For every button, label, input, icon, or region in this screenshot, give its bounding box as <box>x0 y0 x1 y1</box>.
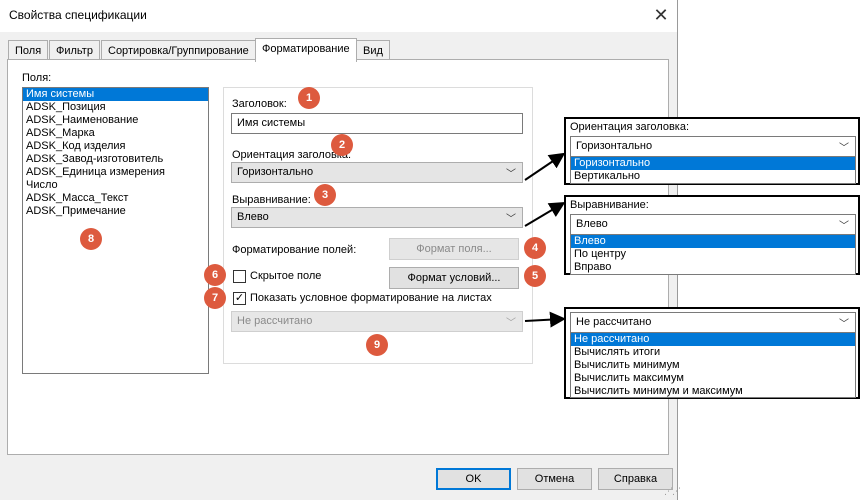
list-item[interactable]: ADSK_Завод-изготовитель <box>23 153 208 166</box>
callout-orientation-label: Ориентация заголовка: <box>570 121 690 133</box>
callout-calc: Не рассчитано ﹀ Не рассчитано Вычислять и… <box>564 307 860 399</box>
callout-orientation-options: Горизонтально Вертикально <box>570 156 856 184</box>
close-icon[interactable]: ✕ <box>646 2 676 30</box>
calc-select[interactable]: Не рассчитано ﹀ <box>231 311 523 332</box>
field-format-label: Форматирование полей: <box>232 244 357 256</box>
resize-grip-icon[interactable]: ⋰⋰ <box>664 486 681 497</box>
dropdown-option[interactable]: Вертикально <box>571 170 855 183</box>
dropdown-option[interactable]: Горизонтально <box>571 157 855 170</box>
dropdown-option[interactable]: Вправо <box>571 261 855 274</box>
badge-9: 9 <box>366 334 388 356</box>
callout-orientation-value: Горизонтально <box>576 140 653 152</box>
checkmark-icon: ✓ <box>234 292 245 304</box>
show-conditional-label: Показать условное форматирование на лист… <box>250 292 492 304</box>
callout-calc-options: Не рассчитано Вычислять итоги Вычислить ми… <box>570 332 856 398</box>
dropdown-option[interactable]: Вычислить минимум <box>571 359 855 372</box>
badge-7: 7 <box>204 287 226 309</box>
alignment-label: Выравнивание: <box>232 194 311 206</box>
badge-8: 8 <box>80 228 102 250</box>
tab-view[interactable]: Вид <box>356 40 390 60</box>
list-item[interactable]: ADSK_Код изделия <box>23 140 208 153</box>
orientation-value: Горизонтально <box>237 166 314 178</box>
badge-2: 2 <box>331 134 353 156</box>
tab-formatting[interactable]: Форматирование <box>255 38 357 62</box>
hidden-field-label: Скрытое поле <box>250 270 322 282</box>
fields-listbox[interactable]: Имя системы ADSK_Позиция ADSK_Наименование… <box>22 87 209 374</box>
badge-5: 5 <box>524 265 546 287</box>
field-format-button[interactable]: Формат поля... <box>389 238 519 260</box>
dropdown-option[interactable]: Влево <box>571 235 855 248</box>
chevron-down-icon: ﹀ <box>839 143 849 154</box>
heading-label: Заголовок: <box>232 98 287 110</box>
list-item[interactable]: Имя системы <box>23 88 208 101</box>
alignment-select[interactable]: Влево ﹀ <box>231 207 523 228</box>
dropdown-option[interactable]: Вычислить минимум и максимум <box>571 385 855 398</box>
window-title: Свойства спецификации <box>9 8 147 22</box>
callout-alignment-label: Выравнивание: <box>570 199 649 211</box>
chevron-down-icon: ﹀ <box>839 319 849 330</box>
show-conditional-checkbox[interactable]: ✓ <box>233 292 246 305</box>
chevron-down-icon: ﹀ <box>506 169 516 180</box>
callout-calc-value: Не рассчитано <box>576 316 652 328</box>
condition-format-button[interactable]: Формат условий... <box>389 267 519 289</box>
callout-orientation-select[interactable]: Горизонтально ﹀ <box>570 136 856 157</box>
callout-alignment: Выравнивание: Влево ﹀ Влево По центру Впра… <box>564 195 860 275</box>
badge-6: 6 <box>204 264 226 286</box>
tab-sorting[interactable]: Сортировка/Группирование <box>101 40 256 60</box>
chevron-down-icon: ﹀ <box>839 221 849 232</box>
calc-value: Не рассчитано <box>237 315 313 327</box>
help-button[interactable]: Справка <box>598 468 673 490</box>
list-item[interactable]: ADSK_Марка <box>23 127 208 140</box>
hidden-field-checkbox[interactable] <box>233 270 246 283</box>
cancel-button[interactable]: Отмена <box>517 468 592 490</box>
badge-4: 4 <box>524 237 546 259</box>
dropdown-option[interactable]: Вычислять итоги <box>571 346 855 359</box>
callout-calc-select[interactable]: Не рассчитано ﹀ <box>570 312 856 333</box>
callout-orientation: Ориентация заголовка: Горизонтально ﹀ Го… <box>564 117 860 185</box>
chevron-down-icon: ﹀ <box>506 318 516 329</box>
ok-button[interactable]: OK <box>436 468 511 490</box>
list-item[interactable]: ADSK_Масса_Текст <box>23 192 208 205</box>
dropdown-option[interactable]: Не рассчитано <box>571 333 855 346</box>
dropdown-option[interactable]: Вычислить максимум <box>571 372 855 385</box>
tab-filter[interactable]: Фильтр <box>49 40 100 60</box>
list-item[interactable]: ADSK_Примечание <box>23 205 208 218</box>
dropdown-option[interactable]: По центру <box>571 248 855 261</box>
fields-label: Поля: <box>22 72 52 84</box>
callout-alignment-value: Влево <box>576 218 608 230</box>
callout-alignment-select[interactable]: Влево ﹀ <box>570 214 856 235</box>
list-item[interactable]: ADSK_Единица измерения <box>23 166 208 179</box>
tab-fields[interactable]: Поля <box>8 40 49 60</box>
orientation-select[interactable]: Горизонтально ﹀ <box>231 162 523 183</box>
list-item[interactable]: ADSK_Наименование <box>23 114 208 127</box>
chevron-down-icon: ﹀ <box>506 214 516 225</box>
alignment-value: Влево <box>237 211 269 223</box>
callout-alignment-options: Влево По центру Вправо <box>570 234 856 275</box>
heading-input[interactable]: Имя системы <box>231 113 523 134</box>
list-item[interactable]: ADSK_Позиция <box>23 101 208 114</box>
list-item[interactable]: Число <box>23 179 208 192</box>
badge-1: 1 <box>298 87 320 109</box>
badge-3: 3 <box>314 184 336 206</box>
title-bar: Свойства спецификации ✕ <box>0 0 677 32</box>
